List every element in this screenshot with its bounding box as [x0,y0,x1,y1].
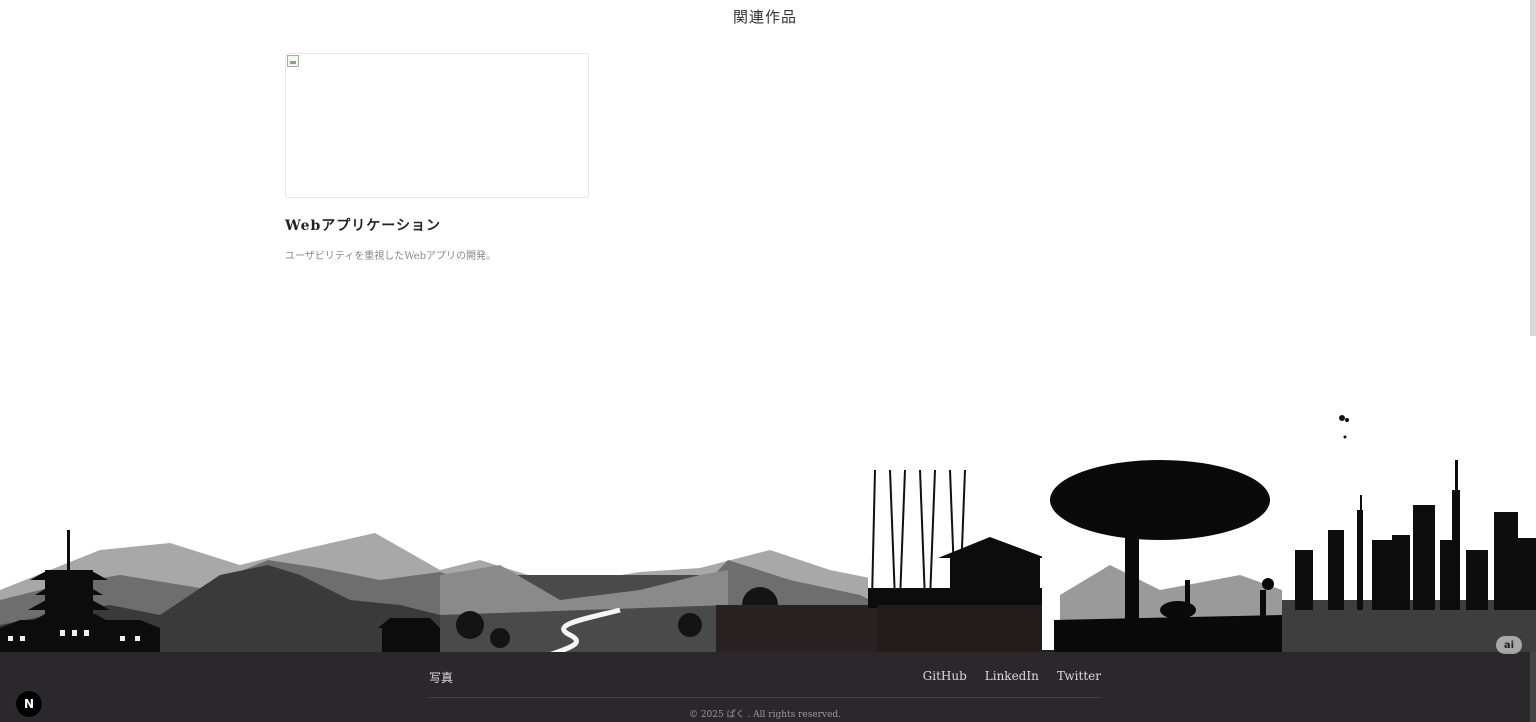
nextjs-dev-indicator-icon[interactable]: N [16,691,42,717]
site-footer: 写真 GitHub LinkedIn Twitter © 2025 ぱく . A… [0,652,1536,722]
work-card-image[interactable] [285,53,589,198]
footer-link-photos[interactable]: 写真 [429,669,453,686]
ai-badge-icon[interactable]: ai [1496,636,1522,654]
footer-scrollbar[interactable] [1530,652,1536,722]
landscape-illustration [0,415,1536,670]
footer-link-linkedin[interactable]: LinkedIn [985,669,1039,683]
work-card-description: ユーザビリティを重視したWebアプリの開発。 [285,251,496,262]
footer-social-links: GitHub LinkedIn Twitter [923,669,1101,683]
page-scrollbar[interactable] [1530,0,1536,336]
related-works-title: 関連作品 [732,8,797,26]
copyright-text: © 2025 ぱく . All rights reserved. [688,710,842,720]
footer-link-github[interactable]: GitHub [923,669,967,683]
broken-image-icon [287,55,299,67]
footer-link-twitter[interactable]: Twitter [1057,669,1101,683]
work-card-title[interactable]: Webアプリケーション [285,215,589,235]
work-card[interactable]: Webアプリケーション ユーザビリティを重視したWebアプリの開発。 [285,53,589,262]
footer-nav: 写真 GitHub LinkedIn Twitter [429,669,1101,685]
footer-divider [429,697,1101,698]
